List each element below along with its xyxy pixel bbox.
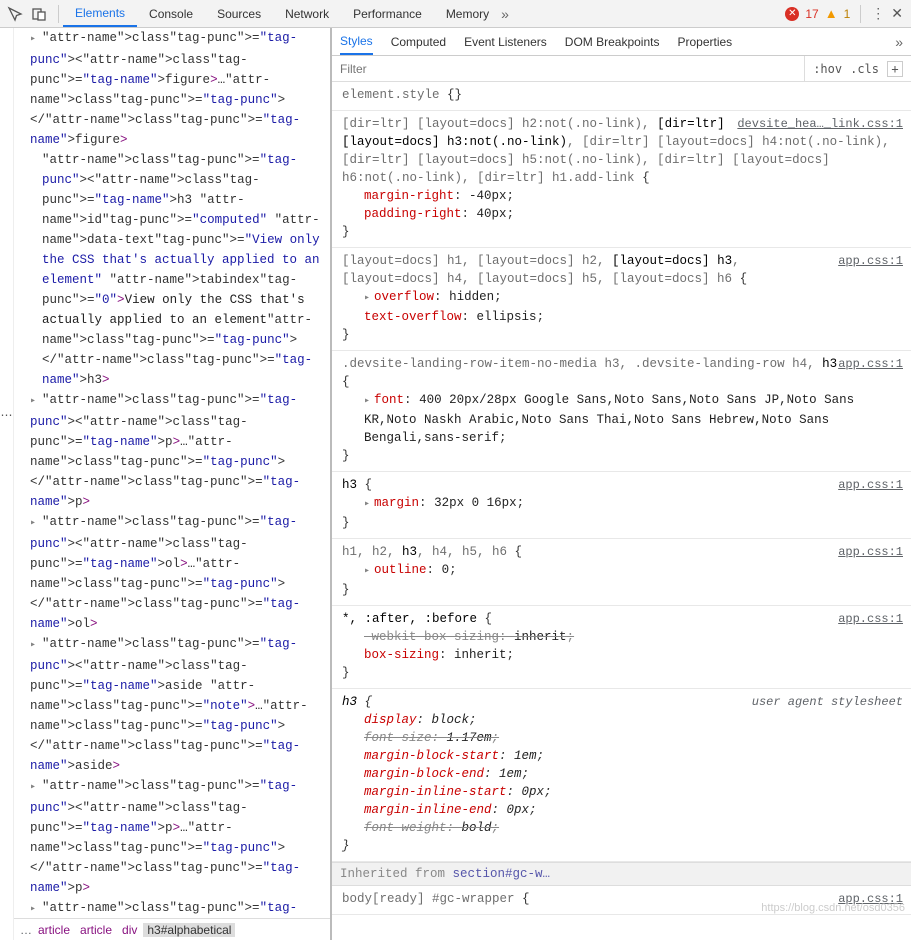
tab-memory[interactable]: Memory — [434, 0, 501, 27]
elements-tree-pane: "attr-name">class"tag-punc">="tag-punc">… — [14, 28, 332, 940]
menu-dots-icon[interactable]: ⋮ — [871, 5, 885, 22]
css-rule[interactable]: app.css:1h3 {margin: 32px 0 16px;} — [332, 472, 911, 539]
css-decl[interactable]: text-overflow: ellipsis; — [364, 308, 903, 326]
crumb-selected[interactable]: h3#alphabetical — [143, 923, 235, 937]
stab-properties[interactable]: Properties — [677, 28, 732, 55]
stab-styles[interactable]: Styles — [340, 28, 373, 55]
styles-tabs: Styles Computed Event Listeners DOM Brea… — [332, 28, 911, 56]
inherited-from-bar: Inherited from section#gc-w… — [332, 862, 911, 886]
styles-list[interactable]: element.style {}devsite_hea…_link.css:1[… — [332, 82, 911, 940]
crumb-ellipsis[interactable]: … — [20, 923, 32, 937]
stab-event-listeners[interactable]: Event Listeners — [464, 28, 547, 55]
crumb[interactable]: article — [34, 923, 74, 937]
css-decl[interactable]: margin-right: -40px; — [364, 187, 903, 205]
css-rule[interactable]: app.css:1[layout=docs] h1, [layout=docs]… — [332, 248, 911, 351]
cls-toggle[interactable]: .cls — [850, 62, 879, 76]
styles-filter-input[interactable] — [332, 56, 804, 81]
breadcrumb-bar[interactable]: … article article div h3#alphabetical — [14, 918, 330, 940]
css-decl[interactable]: box-sizing: inherit; — [364, 646, 903, 664]
css-decl[interactable]: font-weight: bold; — [364, 819, 903, 837]
warning-count[interactable]: 1 — [844, 7, 851, 21]
tab-performance[interactable]: Performance — [341, 0, 434, 27]
device-toggle-icon[interactable] — [30, 5, 48, 23]
more-stabs-icon[interactable]: » — [895, 34, 903, 50]
dom-overflow-icon[interactable]: ⋯ — [1, 408, 13, 422]
stab-computed[interactable]: Computed — [391, 28, 446, 55]
css-decl[interactable]: outline: 0; — [364, 561, 903, 581]
css-decl[interactable]: font: 400 20px/28px Google Sans,Noto San… — [364, 391, 903, 447]
css-decl[interactable]: padding-right: 40px; — [364, 205, 903, 223]
main-tabs: Elements Console Sources Network Perform… — [63, 0, 785, 27]
css-decl[interactable]: margin-block-end: 1em; — [364, 765, 903, 783]
crumb[interactable]: div — [118, 923, 141, 937]
css-source-link[interactable]: app.css:1 — [838, 610, 903, 628]
crumb[interactable]: article — [76, 923, 116, 937]
more-tabs-icon[interactable]: » — [501, 6, 509, 22]
dom-node[interactable]: "attr-name">class"tag-punc">="tag-punc">… — [14, 512, 330, 634]
warning-icon[interactable]: ▲ — [825, 6, 838, 21]
css-rule[interactable]: app.css:1h1, h2, h3, h4, h5, h6 {outline… — [332, 539, 911, 606]
css-source-link[interactable]: app.css:1 — [838, 476, 903, 494]
styles-pane: Styles Computed Event Listeners DOM Brea… — [332, 28, 911, 940]
css-source-link[interactable]: devsite_hea…_link.css:1 — [737, 115, 903, 133]
css-decl[interactable]: display: block; — [364, 711, 903, 729]
css-rule[interactable]: app.css:1*, :after, :before {-webkit-box… — [332, 606, 911, 689]
tab-console[interactable]: Console — [137, 0, 205, 27]
tab-sources[interactable]: Sources — [205, 0, 273, 27]
dom-node[interactable]: "attr-name">class"tag-punc">="tag-punc">… — [14, 776, 330, 898]
close-devtools-icon[interactable]: ✕ — [891, 5, 903, 22]
css-decl[interactable]: margin-block-start: 1em; — [364, 747, 903, 765]
css-source-link[interactable]: app.css:1 — [838, 890, 903, 908]
css-rule[interactable]: user agent stylesheeth3 {display: block;… — [332, 689, 911, 862]
css-source-link[interactable]: user agent stylesheet — [752, 693, 903, 711]
css-decl[interactable]: font-size: 1.17em; — [364, 729, 903, 747]
stab-dom-breakpoints[interactable]: DOM Breakpoints — [565, 28, 660, 55]
hov-toggle[interactable]: :hov — [813, 62, 842, 76]
css-source-link[interactable]: app.css:1 — [838, 543, 903, 561]
css-decl[interactable]: overflow: hidden; — [364, 288, 903, 308]
css-decl[interactable]: margin: 32px 0 16px; — [364, 494, 903, 514]
css-source-link[interactable]: app.css:1 — [838, 355, 903, 373]
css-rule[interactable]: app.css:1body[ready] #gc-wrapper { — [332, 886, 911, 915]
tab-network[interactable]: Network — [273, 0, 341, 27]
css-decl[interactable]: margin-inline-start: 0px; — [364, 783, 903, 801]
dom-node[interactable]: "attr-name">class"tag-punc">="tag-punc">… — [14, 28, 330, 150]
dom-tree[interactable]: "attr-name">class"tag-punc">="tag-punc">… — [14, 28, 330, 918]
error-count-icon[interactable]: ✕ — [785, 7, 799, 21]
css-rule[interactable]: element.style {} — [332, 82, 911, 111]
dom-node[interactable]: "attr-name">class"tag-punc">="tag-punc">… — [14, 390, 330, 512]
css-decl[interactable]: -webkit-box-sizing: inherit; — [364, 628, 903, 646]
devtools-toolbar: Elements Console Sources Network Perform… — [0, 0, 911, 28]
styles-filter-row: :hov .cls + — [332, 56, 911, 82]
left-gutter: ⋯ — [0, 28, 14, 940]
dom-node[interactable]: "attr-name">class"tag-punc">="tag-punc">… — [14, 634, 330, 776]
new-rule-button[interactable]: + — [887, 61, 903, 77]
css-source-link[interactable]: app.css:1 — [838, 252, 903, 270]
tab-elements[interactable]: Elements — [63, 0, 137, 27]
dom-node[interactable]: "attr-name">class"tag-punc">="tag-punc">… — [14, 898, 330, 918]
css-rule[interactable]: devsite_hea…_link.css:1[dir=ltr] [layout… — [332, 111, 911, 248]
css-rule[interactable]: app.css:1.devsite-landing-row-item-no-me… — [332, 351, 911, 472]
inspect-icon[interactable] — [6, 5, 24, 23]
dom-node[interactable]: "attr-name">class"tag-punc">="tag-punc">… — [14, 150, 330, 390]
css-decl[interactable]: margin-inline-end: 0px; — [364, 801, 903, 819]
error-count[interactable]: 17 — [805, 7, 818, 21]
